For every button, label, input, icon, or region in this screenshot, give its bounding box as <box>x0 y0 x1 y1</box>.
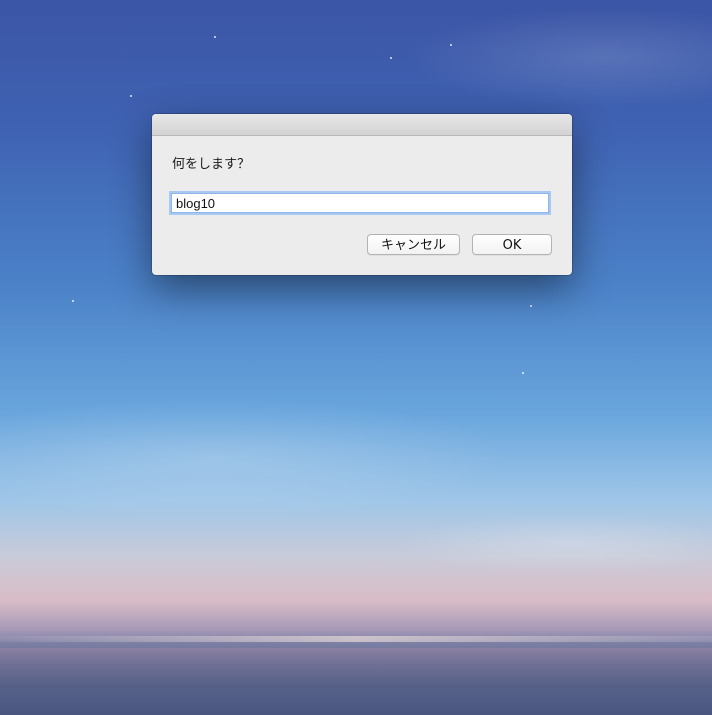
ok-button[interactable]: OK <box>472 234 552 255</box>
horizon-glow <box>0 636 712 642</box>
star <box>522 372 524 374</box>
dialog-prompt: 何をします？ <box>172 157 251 172</box>
prompt-dialog: 何をします？ キャンセル OK <box>152 114 572 275</box>
star <box>390 57 392 59</box>
answer-input[interactable] <box>169 191 551 215</box>
star <box>214 36 216 38</box>
dialog-titlebar[interactable] <box>152 114 572 136</box>
desktop-wallpaper <box>0 0 712 715</box>
cancel-button[interactable]: キャンセル <box>367 234 460 255</box>
star <box>450 44 452 46</box>
sea-band <box>0 648 712 688</box>
star <box>530 305 532 307</box>
star <box>130 95 132 97</box>
star <box>72 300 74 302</box>
